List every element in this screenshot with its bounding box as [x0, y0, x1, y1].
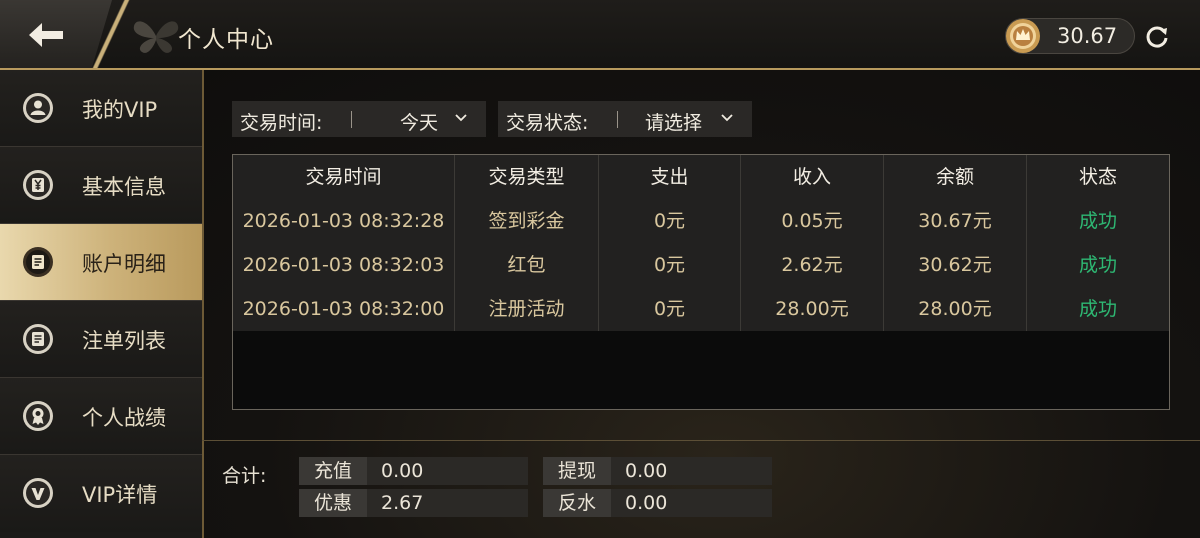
- cell-type: 注册活动: [455, 287, 599, 331]
- sidebar-item-label: 基本信息: [82, 175, 166, 199]
- summary-withdraw: 提现 0.00: [543, 457, 772, 485]
- sidebar-item-personal-record[interactable]: 个人战绩: [0, 378, 202, 455]
- cell-balance: 28.00元: [884, 287, 1027, 331]
- filter-separator: [351, 111, 352, 128]
- status-filter-label: 交易状态:: [506, 112, 589, 134]
- sidebar: 我的VIP 基本信息 账户明细 注单列表 个人战绩 VIP详情: [0, 70, 202, 538]
- cell-type: 签到彩金: [455, 199, 599, 243]
- cell-income: 28.00元: [741, 287, 884, 331]
- summary-recharge: 充值 0.00: [299, 457, 528, 485]
- cell-income: 0.05元: [741, 199, 884, 243]
- medal-icon: [23, 401, 53, 431]
- cell-expense: 0元: [599, 199, 741, 243]
- sidebar-item-account-details[interactable]: 账户明细: [0, 224, 202, 301]
- table-row: 2026-01-03 08:32:03 红包 0元 2.62元 30.62元 成…: [233, 243, 1169, 287]
- table-row: 2026-01-03 08:32:00 注册活动 0元 28.00元 28.00…: [233, 287, 1169, 331]
- balance-value: 30.67: [1057, 24, 1118, 48]
- user-icon: [23, 93, 53, 123]
- butterfly-emblem-icon: [133, 21, 179, 53]
- column-header-expense: 支出: [599, 155, 741, 199]
- summary-discount: 优惠 2.67: [299, 489, 528, 517]
- cell-balance: 30.67元: [884, 199, 1027, 243]
- table-row: 2026-01-03 08:32:28 签到彩金 0元 0.05元 30.67元…: [233, 199, 1169, 243]
- sidebar-item-label: VIP详情: [82, 483, 158, 507]
- sidebar-item-vip-details[interactable]: VIP详情: [0, 455, 202, 532]
- filter-separator: [617, 111, 618, 128]
- summary-key: 反水: [543, 489, 611, 517]
- summary-label: 合计:: [222, 465, 267, 487]
- column-header-balance: 余额: [884, 155, 1027, 199]
- crown-coin-icon: [1006, 19, 1040, 53]
- table-header-row: 交易时间 交易类型 支出 收入 余额 状态: [233, 155, 1169, 199]
- sidebar-item-label: 注单列表: [82, 329, 166, 353]
- cell-status: 成功: [1078, 210, 1117, 232]
- header-divider: [88, 0, 134, 68]
- summary-value: 0.00: [625, 492, 668, 514]
- column-header-status: 状态: [1078, 166, 1117, 188]
- summary-key: 提现: [543, 457, 611, 485]
- chevron-down-icon[interactable]: [720, 113, 734, 123]
- column-header-type: 交易类型: [455, 155, 599, 199]
- summary-value: 2.67: [381, 492, 424, 514]
- cell-time: 2026-01-03 08:32:28: [233, 199, 455, 243]
- sidebar-item-bet-list[interactable]: 注单列表: [0, 301, 202, 378]
- cell-status: 成功: [1078, 254, 1117, 276]
- column-header-income: 收入: [741, 155, 884, 199]
- summary-value: 0.00: [625, 460, 668, 482]
- summary-value: 0.00: [381, 460, 424, 482]
- transactions-table: 交易时间 交易类型 支出 收入 余额 状态 2026-01-03 08:32:2…: [232, 154, 1170, 410]
- chevron-down-icon[interactable]: [454, 113, 468, 123]
- cell-expense: 0元: [599, 243, 741, 287]
- time-filter[interactable]: 交易时间: 今天: [232, 101, 486, 137]
- page-title: 个人中心: [178, 27, 274, 53]
- sidebar-item-basic-info[interactable]: 基本信息: [0, 147, 202, 224]
- sidebar-item-my-vip[interactable]: 我的VIP: [0, 70, 202, 147]
- sidebar-item-label: 个人战绩: [82, 406, 166, 430]
- summary-key: 优惠: [299, 489, 367, 517]
- status-filter-value[interactable]: 请选择: [645, 108, 702, 135]
- cell-income: 2.62元: [741, 243, 884, 287]
- cell-time: 2026-01-03 08:32:03: [233, 243, 455, 287]
- summary-divider: [202, 440, 1200, 441]
- vip-v-icon: [23, 478, 53, 508]
- ledger-icon: [23, 247, 53, 277]
- back-arrow-icon[interactable]: [26, 20, 66, 50]
- yen-card-icon: [23, 170, 53, 200]
- header-bar: 个人中心 30.67: [0, 0, 1200, 70]
- status-filter[interactable]: 交易状态: 请选择: [498, 101, 752, 137]
- cell-balance: 30.62元: [884, 243, 1027, 287]
- time-filter-value[interactable]: 今天: [400, 108, 438, 135]
- cell-type: 红包: [455, 243, 599, 287]
- sidebar-item-label: 账户明细: [82, 252, 166, 276]
- sidebar-item-label: 我的VIP: [82, 98, 158, 122]
- cell-status: 成功: [1078, 298, 1117, 320]
- summary-key: 充值: [299, 457, 367, 485]
- cell-time: 2026-01-03 08:32:00: [233, 287, 455, 331]
- time-filter-label: 交易时间:: [240, 112, 323, 134]
- list-icon: [23, 324, 53, 354]
- column-header-time: 交易时间: [233, 155, 455, 199]
- sidebar-divider: [202, 70, 204, 538]
- refresh-icon[interactable]: [1144, 24, 1170, 50]
- cell-expense: 0元: [599, 287, 741, 331]
- summary-rebate: 反水 0.00: [543, 489, 772, 517]
